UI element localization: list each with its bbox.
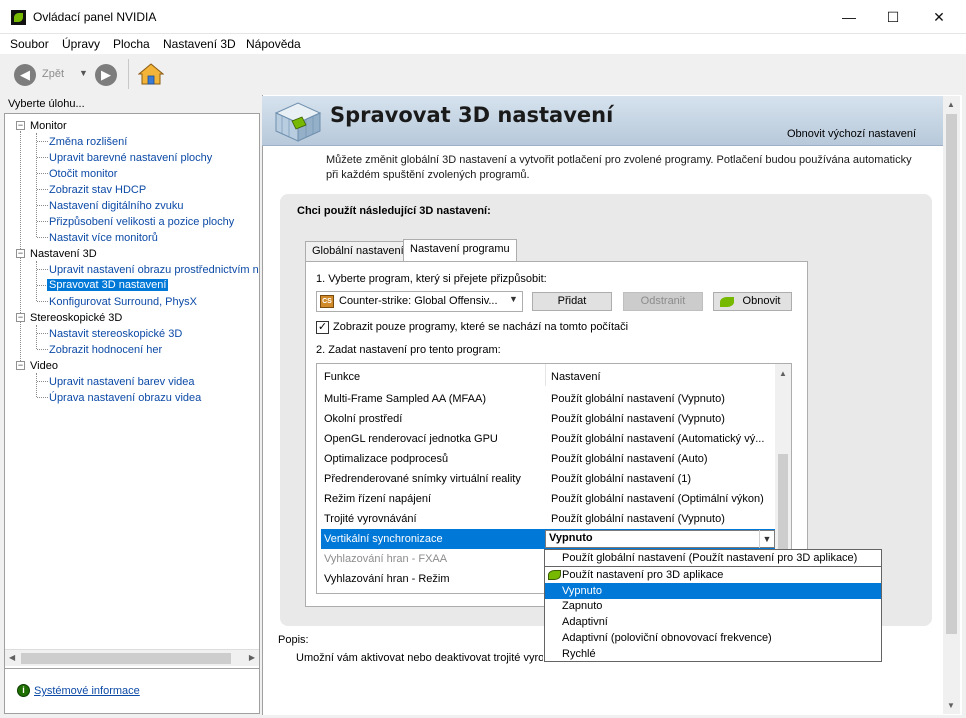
menu-soubor[interactable]: Soubor <box>10 37 49 51</box>
maximize-button[interactable]: ☐ <box>870 0 916 34</box>
dropdown-option[interactable]: Adaptivní (poloviční obnovovací frekvenc… <box>545 630 881 646</box>
back-arrow-icon[interactable]: ◀ <box>14 64 36 86</box>
table-row-feature-disabled: Vyhlazování hran - FXAA <box>324 553 448 565</box>
task-video-image[interactable]: Úprava nastavení obrazu videa <box>49 392 201 404</box>
dropdown-option-highlighted[interactable]: Vypnuto <box>545 583 881 599</box>
nvidia-refresh-icon <box>720 297 734 307</box>
step1-label: 1. Vyberte program, který si přejete při… <box>316 273 547 285</box>
toolbar-separator <box>128 59 129 89</box>
table-row-setting[interactable]: Použít globální nastavení (Vypnuto) <box>551 393 725 405</box>
task-panel-header: Vyberte úlohu... <box>8 98 85 110</box>
table-row-feature[interactable]: Režim řízení napájení <box>324 493 431 505</box>
task-video-color[interactable]: Upravit nastavení barev videa <box>49 376 195 388</box>
task-change-resolution[interactable]: Změna rozlišení <box>49 136 127 148</box>
home-icon[interactable] <box>138 63 164 85</box>
dropdown-option[interactable]: Adaptivní <box>545 614 881 630</box>
menu-napoveda[interactable]: Nápověda <box>246 37 301 51</box>
task-image-settings-preview[interactable]: Upravit nastavení obrazu prostřednictvím… <box>49 264 259 276</box>
remove-program-button[interactable]: Odstranit <box>623 292 703 311</box>
dropdown-option[interactable]: Použít nastavení pro 3D aplikace <box>545 567 881 583</box>
dropdown-option[interactable]: Zapnuto <box>545 598 881 614</box>
refresh-button-label: Obnovit <box>742 295 781 307</box>
task-digital-audio[interactable]: Nastavení digitálního zvuku <box>49 200 184 212</box>
table-row-feature[interactable]: Předrenderované snímky virtuální reality <box>324 473 521 485</box>
tree-horizontal-scrollbar[interactable]: ◀ ▶ <box>5 649 259 666</box>
table-row-setting[interactable]: Použít globální nastavení (Automatický v… <box>551 433 764 445</box>
task-rotate-display[interactable]: Otočit monitor <box>49 168 117 180</box>
table-row-feature[interactable]: Multi-Frame Sampled AA (MFAA) <box>324 393 486 405</box>
collapse-monitor-icon[interactable]: − <box>16 121 25 130</box>
forward-arrow-icon[interactable]: ▶ <box>95 64 117 86</box>
refresh-button[interactable]: Obnovit <box>713 292 792 311</box>
show-local-programs-checkbox[interactable]: ✓ <box>316 321 329 334</box>
collapse-video-icon[interactable]: − <box>16 361 25 370</box>
table-row-setting[interactable]: Použít globální nastavení (Vypnuto) <box>551 413 725 425</box>
dropdown-option[interactable]: Rychlé <box>545 646 881 662</box>
table-row-feature-selected[interactable]: Vertikální synchronizace <box>324 533 443 545</box>
show-local-programs-label[interactable]: Zobrazit pouze programy, které se nacház… <box>333 321 628 333</box>
task-view-game-ratings[interactable]: Zobrazit hodnocení her <box>49 344 162 356</box>
task-manage-3d-settings[interactable]: Spravovat 3D nastavení <box>47 279 169 291</box>
back-history-dropdown-icon[interactable]: ▼ <box>79 68 88 78</box>
step2-label: 2. Zadat nastavení pro tento program: <box>316 344 501 356</box>
column-header-feature[interactable]: Funkce <box>324 371 360 383</box>
table-row-feature[interactable]: Vyhlazování hran - Režim <box>324 573 450 585</box>
chevron-down-icon[interactable]: ▼ <box>509 294 518 304</box>
table-row-setting[interactable]: Použít globální nastavení (Vypnuto) <box>551 513 725 525</box>
menu-upravy[interactable]: Úpravy <box>62 37 100 51</box>
tab-global-settings[interactable]: Globální nastavení <box>305 241 411 261</box>
table-row-feature[interactable]: Trojité vyrovnávání <box>324 513 417 525</box>
task-desktop-size-position[interactable]: Přizpůsobení velikosti a pozice plochy <box>49 216 234 228</box>
task-set-up-stereoscopic[interactable]: Nastavit stereoskopické 3D <box>49 328 182 340</box>
collapse-3d-settings-icon[interactable]: − <box>16 249 25 258</box>
restore-defaults-link[interactable]: Obnovit výchozí nastavení <box>787 128 916 140</box>
table-row-setting[interactable]: Použít globální nastavení (Optimální výk… <box>551 493 764 505</box>
system-info-icon[interactable]: i <box>17 684 30 697</box>
settings-heading: Chci použít následující 3D nastavení: <box>297 205 491 217</box>
3d-settings-icon <box>274 102 322 142</box>
window-title: Ovládací panel NVIDIA <box>33 10 157 24</box>
chevron-down-icon[interactable]: ▼ <box>759 530 774 548</box>
task-multiple-displays[interactable]: Nastavit více monitorů <box>49 232 158 244</box>
nvidia-app-icon <box>11 10 26 25</box>
task-tree: − Monitor Změna rozlišení Upravit barevn… <box>4 113 260 669</box>
menu-nastaveni-3d[interactable]: Nastavení 3D <box>163 37 236 51</box>
table-row-setting[interactable]: Použít globální nastavení (1) <box>551 473 691 485</box>
minimize-button[interactable]: — <box>826 0 872 34</box>
table-row-setting[interactable]: Použít globální nastavení (Auto) <box>551 453 708 465</box>
tree-category-monitor[interactable]: Monitor <box>30 120 67 132</box>
description-label: Popis: <box>278 634 309 646</box>
column-header-setting[interactable]: Nastavení <box>551 371 601 383</box>
page-description: Můžete změnit globální 3D nastavení a vy… <box>326 154 912 181</box>
nvidia-logo-icon <box>548 570 561 580</box>
collapse-stereoscopic-icon[interactable]: − <box>16 313 25 322</box>
tree-category-stereoscopic[interactable]: Stereoskopické 3D <box>30 312 122 324</box>
content-vertical-scrollbar[interactable]: ▲ ▼ <box>943 96 960 714</box>
program-select-value: Counter-strike: Global Offensiv... <box>339 295 498 307</box>
dropdown-option[interactable]: Použít globální nastavení (Použít nastav… <box>545 550 881 566</box>
table-row-feature[interactable]: OpenGL renderovací jednotka GPU <box>324 433 498 445</box>
description-text: Umožní vám aktivovat nebo deaktivovat tr… <box>296 652 543 664</box>
back-label[interactable]: Zpět <box>42 68 64 80</box>
task-surround-physx[interactable]: Konfigurovat Surround, PhysX <box>49 296 197 308</box>
page-title: Spravovat 3D nastavení <box>330 103 614 127</box>
column-divider <box>545 364 546 386</box>
task-hdcp-status[interactable]: Zobrazit stav HDCP <box>49 184 146 196</box>
system-info-link[interactable]: Systémové informace <box>34 685 140 697</box>
tree-category-3d-settings[interactable]: Nastavení 3D <box>30 248 97 260</box>
vsync-select-value: Vypnuto <box>549 532 593 544</box>
cs-game-icon: CS <box>320 295 334 308</box>
add-program-button[interactable]: Přidat <box>532 292 612 311</box>
table-row-feature[interactable]: Okolní prostředí <box>324 413 402 425</box>
tab-program-settings[interactable]: Nastavení programu <box>403 239 517 262</box>
table-row-feature[interactable]: Optimalizace podprocesů <box>324 453 448 465</box>
close-button[interactable]: ✕ <box>916 0 962 34</box>
tree-category-video[interactable]: Video <box>30 360 58 372</box>
task-desktop-color[interactable]: Upravit barevné nastavení plochy <box>49 152 212 164</box>
menu-plocha[interactable]: Plocha <box>113 37 150 51</box>
